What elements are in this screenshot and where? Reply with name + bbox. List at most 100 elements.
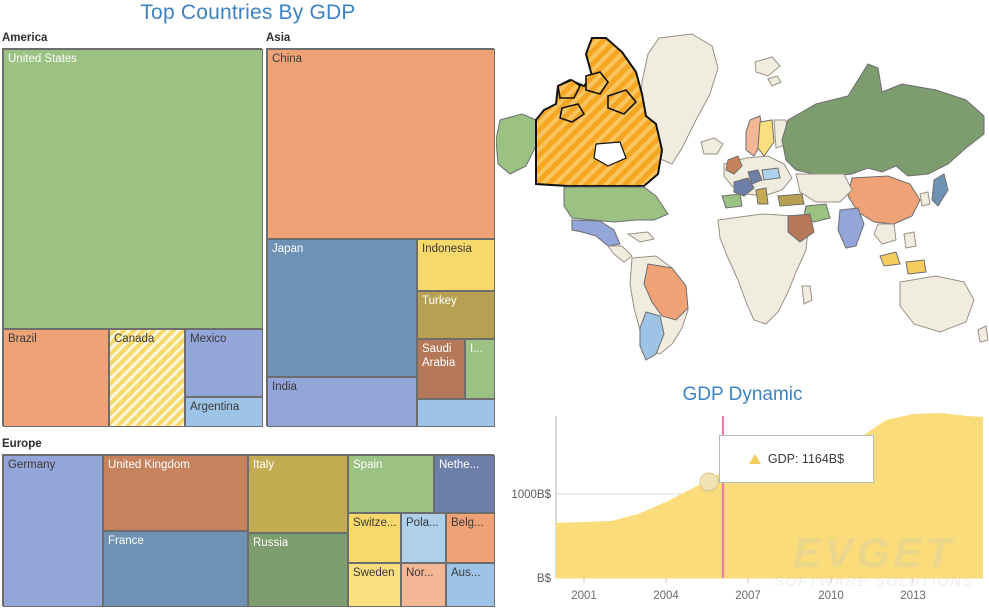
gdp-dashboard: Top Countries By GDP America United State…	[0, 0, 989, 610]
map-country-madagascar[interactable]	[801, 285, 813, 305]
chart-xtick-label-2013: 2013	[900, 590, 926, 602]
treemap-tile-japan[interactable]: Japan	[267, 239, 417, 377]
treemap-tile-label: Japan	[272, 243, 304, 255]
series-marker-icon	[748, 454, 761, 464]
treemap-tile-label: Russia	[253, 537, 289, 549]
map-country-alaska[interactable]	[496, 113, 537, 175]
world-map[interactable]	[496, 24, 989, 376]
treemap-tile-brazil[interactable]: Brazil	[3, 329, 109, 427]
treemap-tile-sweden[interactable]: Sweden	[348, 563, 401, 607]
treemap-tile-label: Switze...	[353, 517, 397, 529]
treemap-tile-label: France	[108, 535, 144, 547]
chart-tooltip-label: GDP: 1164B$	[767, 452, 845, 466]
map-country-philippines[interactable]	[903, 231, 917, 249]
chart-xtick-label-2010: 2010	[818, 590, 844, 602]
treemap-tile-label: Germany	[8, 459, 56, 471]
treemap-tile-label: Saudi Arabia	[422, 343, 456, 369]
treemap-tile-label: Aus...	[451, 567, 481, 579]
map-country-india[interactable]	[837, 207, 865, 249]
chart-ytick-label-0: B$	[537, 573, 552, 585]
map-country-japan[interactable]	[931, 173, 949, 207]
treemap-tile-united-states[interactable]: United States	[3, 49, 263, 329]
treemap-tile-russia[interactable]: Russia	[248, 533, 348, 607]
map-country-spain[interactable]	[721, 193, 743, 209]
treemap-tile-label: Brazil	[8, 333, 37, 345]
map-country-mexico[interactable]	[571, 219, 621, 247]
chart-xtick-label-2004: 2004	[653, 590, 679, 602]
map-country-italy[interactable]	[755, 187, 769, 205]
map-country-southeast-asia[interactable]	[873, 223, 897, 245]
treemap-tile-india[interactable]: India	[267, 377, 417, 427]
right-panel: GDP Dynamic 1000B$ B$ 2001 2004 2007 201…	[496, 0, 989, 610]
treemap-tile-i[interactable]: I...	[465, 339, 495, 399]
treemap-tile-turkey[interactable]: Turkey	[417, 291, 495, 339]
treemap-group-asia: China Japan India Indonesia Turkey Saudi Arab…	[266, 48, 495, 427]
treemap-tile-belg[interactable]: Belg...	[446, 513, 495, 563]
treemap-group-europe: Germany United Kingdom France Italy Russia Sp…	[2, 454, 495, 607]
map-country-canada[interactable]	[535, 37, 664, 187]
treemap-tile-label: China	[272, 53, 303, 65]
treemap-tile-aus[interactable]: Aus...	[446, 563, 495, 607]
treemap-tile-france[interactable]: France	[103, 531, 248, 607]
treemap-tile-label: Nethe...	[439, 459, 480, 471]
page-title: Top Countries By GDP	[140, 1, 356, 24]
treemap-tile-china[interactable]: China	[267, 49, 495, 239]
treemap-tile-canada[interactable]: Canada	[109, 329, 185, 427]
map-country-central-america[interactable]	[607, 245, 633, 263]
map-country-iceland[interactable]	[700, 137, 724, 155]
treemap-tile-label: I...	[470, 343, 483, 355]
map-country-central-asia[interactable]	[795, 173, 853, 203]
map-country-indonesia[interactable]	[879, 251, 901, 267]
map-country-poland[interactable]	[761, 167, 781, 181]
treemap-tile-united-kingdom[interactable]: United Kingdom	[103, 455, 248, 531]
map-country-sweden[interactable]	[757, 119, 775, 157]
treemap-tile-label: Argentina	[190, 401, 240, 413]
map-country-svalbard-2[interactable]	[767, 75, 782, 87]
treemap-tile-label: Italy	[253, 459, 275, 471]
treemap-tile-spain[interactable]: Spain	[348, 455, 434, 513]
chart-highlight-point[interactable]	[699, 472, 719, 492]
map-country-new-zealand[interactable]	[977, 325, 989, 343]
treemap-tile-saudi-arabia[interactable]: Saudi Arabia	[417, 339, 465, 399]
treemap-tile-argentina[interactable]: Argentina	[185, 397, 263, 427]
map-country-korea[interactable]	[919, 191, 931, 207]
map-country-russia[interactable]	[781, 63, 985, 177]
treemap-tile-label: Indonesia	[422, 243, 472, 255]
map-country-caribbean[interactable]	[626, 231, 655, 243]
chart-tooltip: GDP: 1164B$	[719, 435, 874, 483]
treemap-tile-label: Sweden	[353, 567, 395, 579]
treemap-tile-label: Pola...	[406, 517, 439, 529]
treemap-tile-label: United States	[8, 53, 78, 65]
map-country-svalbard[interactable]	[754, 56, 781, 77]
treemap-tile-label: Belg...	[451, 517, 484, 529]
treemap-group-header-america: America	[2, 32, 48, 44]
chart-xtick-label-2001: 2001	[571, 590, 597, 602]
map-country-turkey[interactable]	[777, 193, 805, 207]
chart-xtick-label-2007: 2007	[735, 590, 761, 602]
map-country-usa[interactable]	[563, 186, 669, 223]
chart-title: GDP Dynamic	[682, 384, 803, 405]
treemap-group-america: United States Brazil Canada Mexico Argentina	[2, 48, 263, 427]
treemap-tile-label: Canada	[114, 333, 155, 345]
treemap-tile-label: United Kingdom	[108, 459, 190, 471]
treemap-tile-switze[interactable]: Switze...	[348, 513, 401, 563]
treemap-tile-label: Turkey	[422, 295, 457, 307]
treemap-tile-mexico[interactable]: Mexico	[185, 329, 263, 397]
treemap-tile-nor[interactable]: Nor...	[401, 563, 446, 607]
treemap-tile-label: Nor...	[406, 567, 434, 579]
treemap-group-header-europe: Europe	[2, 438, 42, 450]
treemap-tile-pola[interactable]: Pola...	[401, 513, 446, 563]
treemap-group-header-asia: Asia	[266, 32, 291, 44]
treemap-tile-label: Spain	[353, 459, 383, 471]
treemap-tile-germany[interactable]: Germany	[3, 455, 103, 607]
treemap-panel: Top Countries By GDP America United State…	[0, 0, 496, 610]
map-country-indonesia-2[interactable]	[905, 259, 927, 275]
treemap-tile-unlabeled[interactable]	[417, 399, 495, 427]
treemap-tile-nethe[interactable]: Nethe...	[434, 455, 495, 513]
treemap-tile-indonesia[interactable]: Indonesia	[417, 239, 495, 291]
treemap-tile-italy[interactable]: Italy	[248, 455, 348, 533]
gdp-dynamic-chart[interactable]: 1000B$ B$ 2001 2004 2007 2010 2013 GDP: …	[496, 410, 989, 610]
chart-ytick-label-1000: 1000B$	[511, 489, 551, 501]
treemap-tile-label: Mexico	[190, 333, 227, 345]
map-country-australia[interactable]	[899, 275, 975, 333]
